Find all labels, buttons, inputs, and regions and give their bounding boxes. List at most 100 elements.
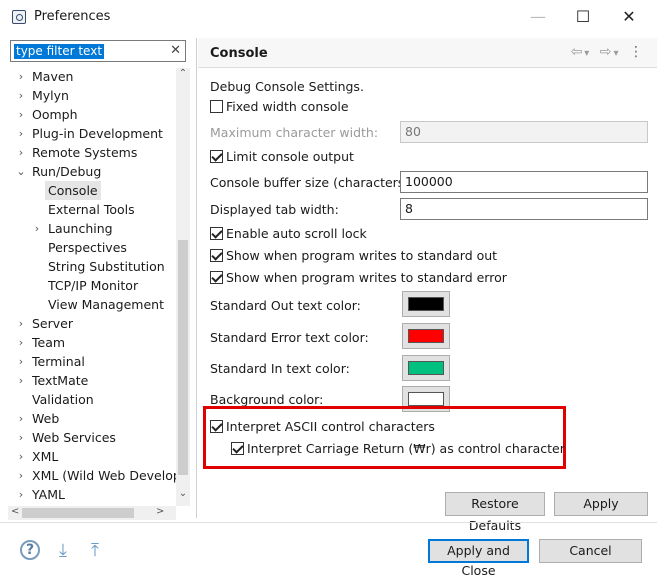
background-color-swatch xyxy=(408,392,444,406)
chevron-right-icon[interactable]: › xyxy=(16,105,26,124)
scroll-down-icon[interactable]: ⌄ xyxy=(176,488,190,499)
fixed-width-option[interactable]: Fixed width console xyxy=(210,99,349,114)
tree-horizontal-scrollbar[interactable]: < > xyxy=(8,506,176,520)
chevron-right-icon[interactable]: › xyxy=(16,352,26,371)
show-stderr-option[interactable]: Show when program writes to standard err… xyxy=(210,270,507,285)
buffer-size-input[interactable]: 100000 xyxy=(400,171,648,193)
clear-filter-icon[interactable]: ✕ xyxy=(170,43,181,58)
scroll-right-icon[interactable]: > xyxy=(156,506,164,517)
apply-and-close-button[interactable]: Apply and Close xyxy=(428,539,529,578)
show-stderr-checkbox[interactable] xyxy=(210,271,223,284)
preferences-tree: › Maven › Mylyn › Oomph › Plug-in Development › R… xyxy=(8,68,176,506)
view-menu-icon[interactable]: ⋮ xyxy=(629,44,643,60)
stderr-color-swatch xyxy=(408,329,444,343)
title-bar: Preferences — ☐ ✕ xyxy=(0,0,657,34)
panel-divider[interactable] xyxy=(196,38,197,518)
tree-item-label: Oomph xyxy=(32,107,78,122)
stdout-color-label: Standard Out text color: xyxy=(210,298,361,313)
interpret-cr-checkbox[interactable] xyxy=(231,442,244,455)
chevron-right-icon[interactable]: › xyxy=(16,68,26,86)
page-title: Console xyxy=(210,46,268,61)
vertical-scroll-thumb[interactable] xyxy=(178,240,188,475)
forward-arrow-icon[interactable]: ⇨ xyxy=(600,44,612,60)
highlight-annotation xyxy=(203,406,566,469)
interpret-ascii-option[interactable]: Interpret ASCII control characters xyxy=(210,419,435,434)
tree-item-label: XML (Wild Web Developer) xyxy=(32,468,176,483)
auto-scroll-label: Enable auto scroll lock xyxy=(226,226,367,241)
apply-button[interactable]: Apply xyxy=(554,492,648,516)
footer-divider xyxy=(0,522,657,523)
tree-item-label: Server xyxy=(32,316,73,331)
stderr-color-button[interactable] xyxy=(402,323,450,349)
chevron-down-icon[interactable]: ⌄ xyxy=(16,162,26,181)
cancel-button[interactable]: Cancel xyxy=(539,539,642,563)
import-icon[interactable]: ⤓ xyxy=(52,540,74,562)
stdout-color-swatch xyxy=(408,297,444,311)
chevron-right-icon[interactable]: › xyxy=(16,333,26,352)
chevron-right-icon[interactable]: › xyxy=(16,143,26,162)
chevron-right-icon[interactable]: › xyxy=(16,86,26,105)
chevron-right-icon[interactable]: › xyxy=(16,485,26,504)
horizontal-scroll-thumb[interactable] xyxy=(22,508,134,518)
page-header: Console ⇦ ▾ ⇨ ▾ ⋮ xyxy=(198,38,657,68)
filter-input-text[interactable]: type filter text xyxy=(14,44,105,59)
stdin-color-button[interactable] xyxy=(402,355,450,381)
close-button[interactable]: ✕ xyxy=(606,4,652,30)
interpret-cr-label: Interpret Carriage Return (₩r) as contro… xyxy=(247,441,565,456)
max-char-width-input: 80 xyxy=(400,121,648,143)
restore-defaults-button[interactable]: Restore Defaults xyxy=(445,492,545,533)
preferences-navigation: type filter text ✕ › Maven › Mylyn › Oomph › Pl… xyxy=(8,40,190,523)
fixed-width-label: Fixed width console xyxy=(226,99,349,114)
limit-output-option[interactable]: Limit console output xyxy=(210,149,354,164)
tree-item-label: External Tools xyxy=(48,202,135,217)
chevron-right-icon[interactable]: › xyxy=(32,219,42,238)
minimize-button[interactable]: — xyxy=(515,4,561,30)
interpret-ascii-checkbox[interactable] xyxy=(210,420,223,433)
interpret-ascii-label: Interpret ASCII control characters xyxy=(226,419,435,434)
chevron-right-icon[interactable]: › xyxy=(16,428,26,447)
section-label: Debug Console Settings. xyxy=(210,79,364,94)
back-arrow-icon[interactable]: ⇦ xyxy=(571,44,583,60)
filter-input[interactable]: type filter text ✕ xyxy=(10,40,186,62)
tree-item-label: TextMate xyxy=(32,373,89,388)
help-icon[interactable]: ? xyxy=(20,540,40,560)
tab-width-input[interactable]: 8 xyxy=(400,198,648,220)
chevron-right-icon[interactable]: › xyxy=(16,409,26,428)
tree-item-label: Console xyxy=(45,181,101,200)
chevron-right-icon[interactable]: › xyxy=(16,371,26,390)
tree-item-label: Launching xyxy=(48,221,113,236)
buffer-size-label: Console buffer size (characters): xyxy=(210,175,414,190)
auto-scroll-checkbox[interactable] xyxy=(210,227,223,240)
background-color-label: Background color: xyxy=(210,392,324,407)
stdin-color-swatch xyxy=(408,361,444,375)
chevron-right-icon[interactable]: › xyxy=(16,314,26,333)
tree-item-label: Terminal xyxy=(32,354,85,369)
limit-output-checkbox[interactable] xyxy=(210,150,223,163)
fixed-width-checkbox[interactable] xyxy=(210,100,223,113)
tree-item-label: Maven xyxy=(32,69,74,84)
show-stdout-checkbox[interactable] xyxy=(210,249,223,262)
chevron-right-icon[interactable]: › xyxy=(16,124,26,143)
show-stdout-label: Show when program writes to standard out xyxy=(226,248,498,263)
auto-scroll-option[interactable]: Enable auto scroll lock xyxy=(210,226,367,241)
show-stderr-label: Show when program writes to standard err… xyxy=(226,270,507,285)
scroll-left-icon[interactable]: < xyxy=(11,506,19,517)
scroll-up-icon[interactable]: ⌃ xyxy=(176,68,190,79)
export-icon[interactable]: ⤒ xyxy=(84,540,106,562)
maximize-button[interactable]: ☐ xyxy=(560,4,606,30)
stdin-color-label: Standard In text color: xyxy=(210,361,350,376)
tree-item-label: Web Services xyxy=(32,430,116,445)
tree-item-label: Perspectives xyxy=(48,240,127,255)
tree-item-label: String Substitution xyxy=(48,259,165,274)
chevron-right-icon[interactable]: › xyxy=(16,466,26,485)
back-menu-chevron-icon[interactable]: ▾ xyxy=(584,48,589,59)
tree-item-label: YAML xyxy=(32,487,65,502)
stdout-color-button[interactable] xyxy=(402,291,450,317)
tree-vertical-scrollbar[interactable]: ⌃ ⌄ xyxy=(176,68,190,506)
chevron-right-icon[interactable]: › xyxy=(16,447,26,466)
tree-item-label: XML xyxy=(32,449,59,464)
interpret-cr-option[interactable]: Interpret Carriage Return (₩r) as contro… xyxy=(231,441,565,456)
tree-item-label: Team xyxy=(32,335,66,350)
forward-menu-chevron-icon[interactable]: ▾ xyxy=(614,48,619,59)
show-stdout-option[interactable]: Show when program writes to standard out xyxy=(210,248,497,263)
